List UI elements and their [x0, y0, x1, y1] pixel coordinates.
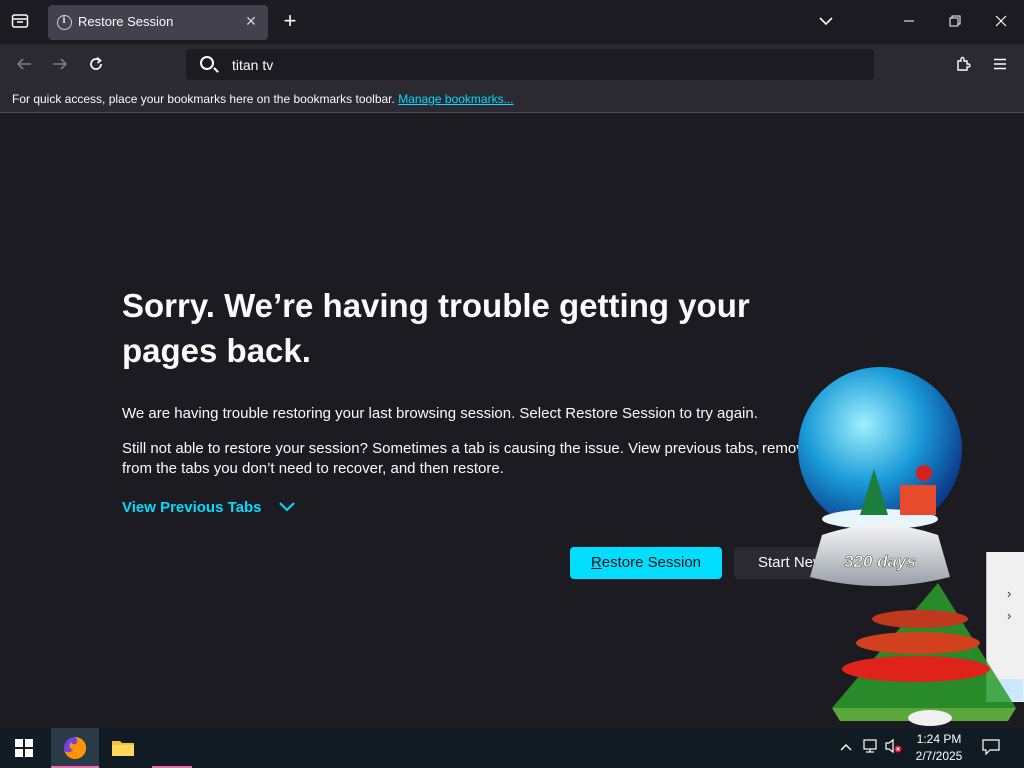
- search-icon: [200, 56, 214, 70]
- minimize-button[interactable]: [894, 6, 924, 36]
- tab-restore-session[interactable]: Restore Session ✕: [48, 5, 268, 40]
- taskbar-firefox[interactable]: [51, 728, 99, 768]
- firefox-view-button[interactable]: [5, 6, 35, 36]
- clock-time: 1:24 PM: [916, 732, 962, 746]
- bookmarks-hint-text: For quick access, place your bookmarks h…: [12, 92, 395, 106]
- taskbar: 1:24 PM 2/7/2025: [0, 728, 1024, 768]
- bookmarks-hint: For quick access, place your bookmarks h…: [12, 92, 514, 106]
- arrow-right-icon: [53, 58, 68, 70]
- chevron-down-icon[interactable]: [278, 498, 296, 516]
- restore-session-accesskey: R: [590, 554, 602, 571]
- navigation-toolbar: [0, 44, 1024, 85]
- volume-muted-icon: [885, 738, 902, 754]
- minimize-icon: [904, 20, 914, 22]
- folder-icon: [112, 741, 134, 756]
- puzzle-piece-icon: [957, 56, 971, 71]
- page-title: Sorry. We’re having trouble getting your…: [122, 287, 750, 369]
- close-window-button[interactable]: [986, 6, 1016, 36]
- chevron-down-icon: [819, 17, 833, 26]
- tab-strip: Restore Session ✕ +: [0, 0, 1024, 44]
- back-button[interactable]: [10, 50, 38, 78]
- extensions-button[interactable]: [950, 50, 978, 78]
- firefox-icon: [64, 736, 87, 759]
- forward-button[interactable]: [46, 50, 74, 78]
- system-clock[interactable]: 1:24 PM 2/7/2025: [904, 731, 974, 765]
- troubleshoot-line-1: Still not able to restore your session? …: [122, 440, 813, 457]
- tab-title: Restore Session: [78, 14, 174, 29]
- page-content: Sorry. We’re having trouble getting your…: [0, 113, 1024, 728]
- close-icon: [995, 15, 1007, 27]
- restore-session-button[interactable]: Restore Session: [570, 547, 722, 579]
- action-center-button[interactable]: [982, 739, 1000, 758]
- hamburger-menu-icon: [994, 58, 1006, 70]
- snow-globe-widget[interactable]: 320 days: [796, 365, 964, 590]
- info-icon: [57, 15, 72, 30]
- clock-date: 2/7/2025: [915, 749, 963, 763]
- volume-muted-button[interactable]: [884, 738, 902, 757]
- new-tab-button[interactable]: +: [275, 6, 305, 36]
- show-hidden-icons-button[interactable]: [840, 738, 852, 755]
- app-menu-button[interactable]: [986, 50, 1014, 78]
- network-icon[interactable]: [862, 738, 878, 757]
- troubleshoot-line-2: from the tabs you don’t need to recover,…: [122, 460, 504, 477]
- windows-logo-icon: [15, 739, 33, 757]
- gift-icon: [900, 485, 936, 515]
- tree-ribbon: [842, 656, 990, 682]
- restore-description: We are having trouble restoring your las…: [122, 405, 758, 422]
- reload-icon: [90, 56, 102, 70]
- notification-icon: [982, 739, 1000, 756]
- restore-down-button[interactable]: [940, 6, 970, 36]
- firefox-view-icon: [11, 14, 29, 28]
- list-all-tabs-button[interactable]: [811, 6, 841, 36]
- view-previous-tabs-link[interactable]: View Previous Tabs: [122, 499, 262, 516]
- tree-ribbon: [856, 632, 980, 654]
- restore-session-label: estore Session: [601, 554, 702, 571]
- network-icon: [863, 739, 877, 753]
- santa-hat-icon: [916, 465, 932, 481]
- taskbar-file-explorer[interactable]: [99, 728, 147, 768]
- reload-button[interactable]: [82, 50, 110, 78]
- christmas-tree-widget: [832, 583, 1016, 726]
- start-button[interactable]: [0, 728, 48, 768]
- restore-window-icon: [949, 15, 961, 27]
- tab-close-button[interactable]: ✕: [242, 12, 260, 30]
- manage-bookmarks-link[interactable]: Manage bookmarks...: [398, 92, 513, 106]
- url-bar[interactable]: [186, 49, 874, 80]
- chevron-up-icon: [840, 744, 852, 751]
- bookmarks-toolbar: For quick access, place your bookmarks h…: [0, 85, 1024, 113]
- snow-pile: [908, 710, 952, 726]
- url-input[interactable]: [232, 55, 832, 75]
- arrow-left-icon: [16, 58, 31, 70]
- tree-ribbon: [872, 610, 968, 628]
- globe-days-label: 320 days: [844, 552, 916, 571]
